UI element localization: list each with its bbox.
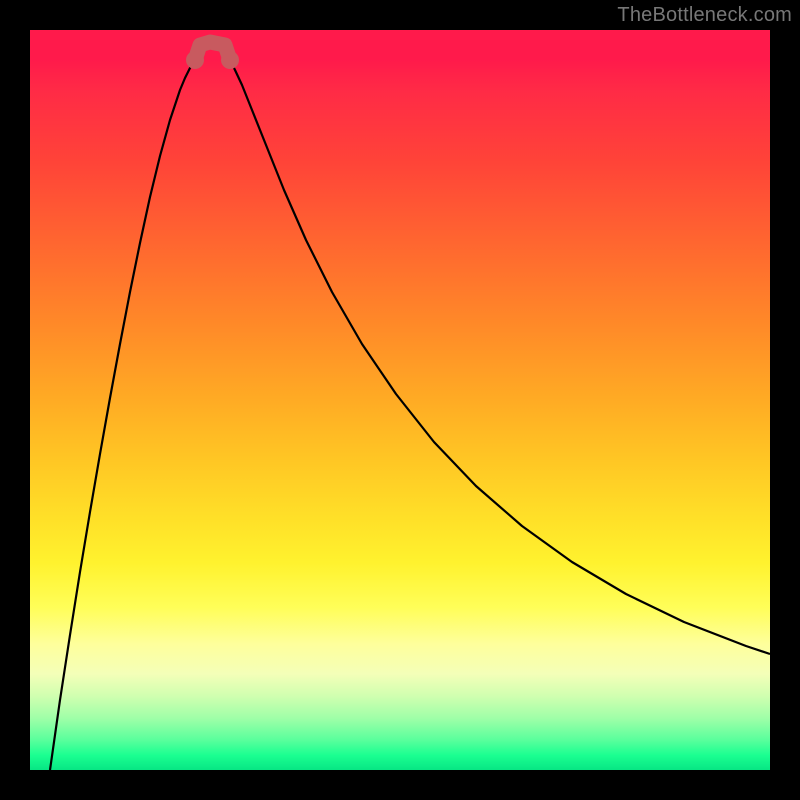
- chart-frame: TheBottleneck.com: [0, 0, 800, 800]
- trough-right-endpoint: [221, 51, 239, 69]
- plot-area: [30, 30, 770, 770]
- watermark-text: TheBottleneck.com: [617, 4, 792, 27]
- curve-layer: [30, 30, 770, 770]
- right-curve: [230, 60, 770, 654]
- left-curve: [50, 60, 195, 770]
- trough-left-endpoint: [186, 51, 204, 69]
